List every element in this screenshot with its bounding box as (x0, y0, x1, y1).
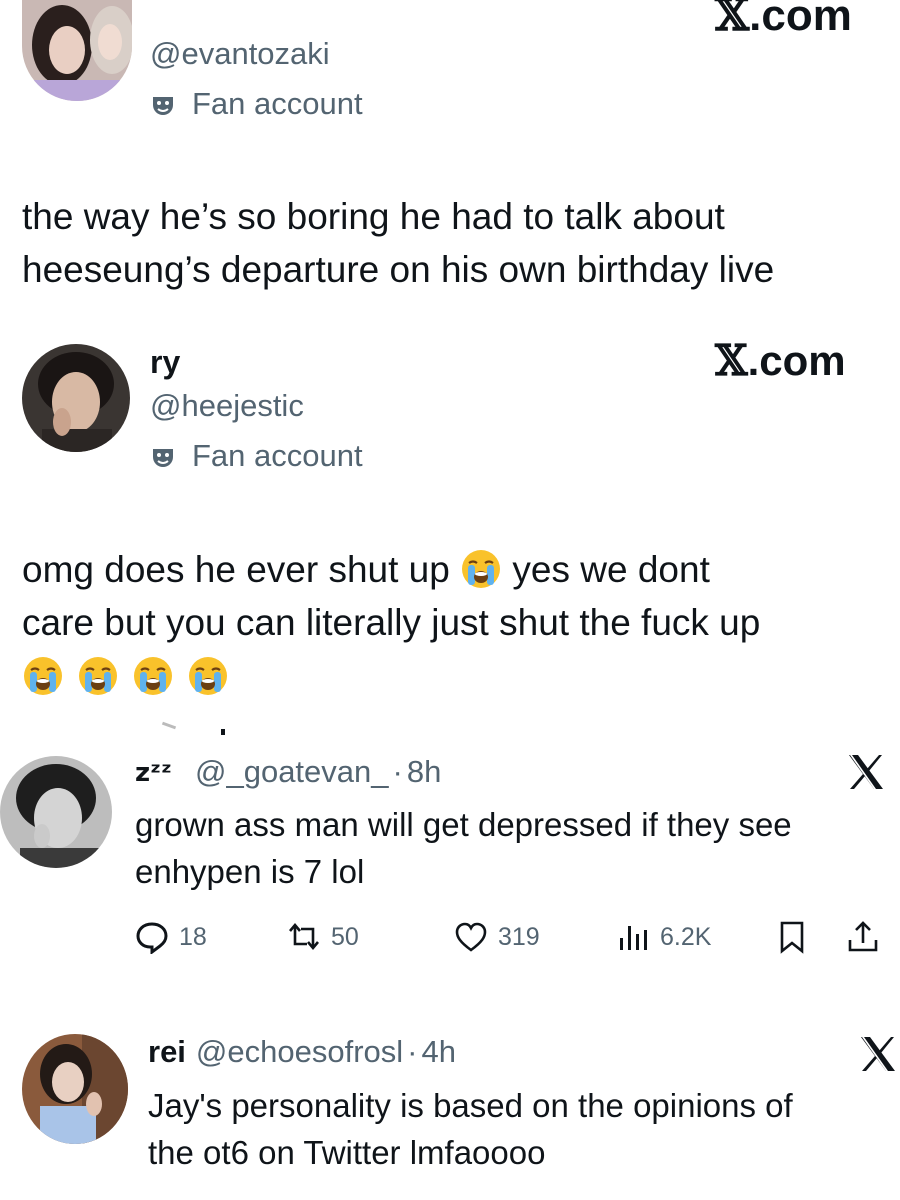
post-text-line: care but you can literally just shut the… (22, 602, 761, 643)
loudly-crying-face-emoji (22, 655, 64, 697)
avatar-image (22, 0, 132, 101)
divider-mark (161, 721, 177, 730)
avatar-image (22, 344, 130, 452)
fan-account-label: Fan account (150, 438, 363, 474)
divider-mark (221, 729, 225, 735)
avatar[interactable] (22, 0, 132, 101)
share-icon (848, 921, 878, 952)
sleeping-emoji: zᶻᶻ (135, 758, 172, 788)
display-name[interactable]: ry (150, 344, 180, 381)
emoji-row (22, 655, 229, 697)
display-name[interactable]: rei (148, 1034, 186, 1070)
views-button[interactable]: 6.2K (616, 920, 711, 954)
loudly-crying-face-emoji (460, 548, 502, 590)
avatar[interactable] (22, 344, 130, 452)
loudly-crying-face-emoji (77, 655, 119, 697)
user-handle[interactable]: @_goatevan_ (195, 754, 389, 790)
x-logo-icon[interactable] (858, 1034, 898, 1074)
site-watermark: 𝕏.com (715, 336, 846, 385)
post-meta: @_goatevan_ · 8h (195, 754, 441, 790)
avatar-image (0, 756, 112, 868)
post-time[interactable]: 8h (407, 754, 441, 790)
like-button[interactable]: 319 (454, 920, 540, 954)
user-handle[interactable]: @evantozaki (150, 36, 330, 72)
reply-button[interactable]: 18 (135, 920, 207, 954)
fan-account-label: Fan account (150, 86, 363, 122)
reply-icon (136, 922, 168, 954)
bookmark-icon (780, 921, 804, 954)
loudly-crying-face-emoji (132, 655, 174, 697)
post-text-line: enhypen is 7 lol (135, 853, 365, 890)
x-logo-icon: 𝕏 (715, 0, 750, 41)
post-text-line: Jay's personality is based on the opinio… (148, 1087, 793, 1124)
avatar[interactable] (22, 1034, 128, 1144)
repost-button[interactable]: 50 (287, 920, 359, 954)
x-logo-icon: 𝕏 (715, 336, 748, 385)
like-icon (455, 922, 487, 952)
x-logo-icon[interactable] (846, 752, 886, 792)
theater-mask-icon (150, 91, 176, 117)
avatar[interactable] (0, 756, 112, 868)
avatar-image (22, 1034, 128, 1144)
post-time[interactable]: 4h (422, 1034, 456, 1070)
loudly-crying-face-emoji (187, 655, 229, 697)
site-watermark: 𝕏.com (715, 0, 852, 41)
user-handle[interactable]: @heejestic (150, 388, 304, 424)
share-button[interactable] (846, 920, 890, 954)
theater-mask-icon (150, 443, 176, 469)
post-text-line: the way he’s so boring he had to talk ab… (22, 196, 725, 237)
repost-icon (289, 922, 319, 951)
views-icon (620, 926, 647, 950)
meta-separator: · (407, 1034, 418, 1069)
user-handle[interactable]: @echoesofrosl (196, 1034, 403, 1070)
post-text-line: heeseung’s departure on his own birthday… (22, 249, 775, 290)
post-text-line: the ot6 on Twitter lmfaoooo (148, 1134, 546, 1171)
post-text-line: grown ass man will get depressed if they… (135, 806, 792, 843)
post-text-line: omg does he ever shut up yes we dont (22, 548, 710, 590)
bookmark-button[interactable] (775, 920, 819, 954)
post-meta: rei @echoesofrosl · 4h (148, 1034, 456, 1070)
meta-separator: · (392, 754, 403, 789)
